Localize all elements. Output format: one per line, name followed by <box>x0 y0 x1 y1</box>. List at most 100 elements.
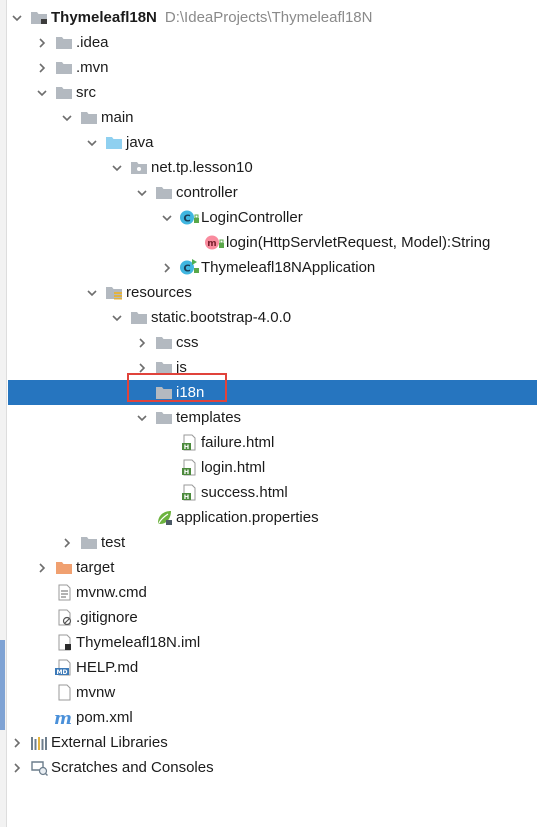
class-icon: C <box>180 209 199 226</box>
tree-item-text: Scratches and Consoles <box>51 755 214 780</box>
tree-item-net-tp-lesson10[interactable]: net.tp.lesson10 <box>8 155 537 180</box>
tree-item-text: target <box>76 555 114 580</box>
tree-item-application-properties[interactable]: application.properties <box>8 505 537 530</box>
tree-item-text: HELP.md <box>76 655 138 680</box>
spring-boot-class-icon: C <box>180 259 199 276</box>
tree-item-label: js <box>176 359 187 376</box>
tree-item-target[interactable]: target <box>8 555 537 580</box>
chevron-right-icon[interactable] <box>35 555 49 580</box>
tree-item-idea[interactable]: .idea <box>8 30 537 55</box>
chevron-right-icon[interactable] <box>60 530 74 555</box>
tree-item-login-httpservletrequest-model-string[interactable]: m login(HttpServletRequest, Model):String <box>8 230 537 255</box>
chevron-right-icon[interactable] <box>35 30 49 55</box>
tree-item-main[interactable]: main <box>8 105 537 130</box>
tree-item-test[interactable]: test <box>8 530 537 555</box>
tree-item-label: net.tp.lesson10 <box>151 159 253 176</box>
chevron-right-icon[interactable] <box>135 355 149 380</box>
tree-item-text: success.html <box>201 480 288 505</box>
source-folder-icon <box>105 134 123 151</box>
chevron-down-icon[interactable] <box>110 155 124 180</box>
tree-item-label: External Libraries <box>51 734 168 751</box>
tree-item-label: target <box>76 559 115 576</box>
tree-item-pom-xml[interactable]: m pom.xml <box>8 705 537 730</box>
folder-icon <box>55 34 73 51</box>
tree-item-label: i18n <box>176 384 205 401</box>
tree-item-templates[interactable]: templates <box>8 405 537 430</box>
chevron-down-icon[interactable] <box>35 80 49 105</box>
svg-text:C: C <box>183 214 190 225</box>
tree-item-mvnw[interactable]: mvnw <box>8 680 537 705</box>
tree-item-text: application.properties <box>176 505 319 530</box>
tree-item-help-md[interactable]: MD HELP.md <box>8 655 537 680</box>
chevron-right-icon[interactable] <box>10 755 24 780</box>
chevron-down-icon[interactable] <box>110 305 124 330</box>
tree-item-text: Thymeleafl18N D:\IdeaProjects\Thymeleafl1… <box>51 5 372 30</box>
chevron-right-icon[interactable] <box>135 330 149 355</box>
tree-item-text: .mvn <box>76 55 109 80</box>
chevron-down-icon[interactable] <box>160 205 174 230</box>
tree-item-scratches-and-consoles[interactable]: Scratches and Consoles <box>8 755 537 780</box>
folder-icon <box>155 359 173 376</box>
resources-folder-icon <box>105 284 123 301</box>
tree-item-label: .gitignore <box>76 609 138 626</box>
tree-item-thymeleafl18napplication[interactable]: C Thymeleafl18NApplication <box>8 255 537 280</box>
tree-item-resources[interactable]: resources <box>8 280 537 305</box>
tree-item-mvnw-cmd[interactable]: mvnw.cmd <box>8 580 537 605</box>
tree-item-text: templates <box>176 405 241 430</box>
scratches-icon <box>30 759 48 776</box>
tree-item-text: External Libraries <box>51 730 168 755</box>
chevron-down-icon[interactable] <box>85 280 99 305</box>
chevron-right-icon[interactable] <box>35 55 49 80</box>
libraries-icon <box>30 734 48 751</box>
folder-icon <box>80 534 98 551</box>
tree-item-thymeleafl18n[interactable]: Thymeleafl18N D:\IdeaProjects\Thymeleafl1… <box>8 5 537 30</box>
chevron-down-icon[interactable] <box>60 105 74 130</box>
tree-item-label: css <box>176 334 199 351</box>
project-tool-window: Thymeleafl18N D:\IdeaProjects\Thymeleafl1… <box>0 0 537 827</box>
chevron-down-icon[interactable] <box>135 180 149 205</box>
chevron-right-icon[interactable] <box>10 730 24 755</box>
text-file-icon <box>55 584 73 601</box>
svg-text:C: C <box>183 264 190 275</box>
tree-item-label: test <box>101 534 126 551</box>
chevron-down-icon[interactable] <box>85 130 99 155</box>
tree-item-gitignore[interactable]: .gitignore <box>8 605 537 630</box>
tree-item-label: LoginController <box>201 209 303 226</box>
svg-text:H: H <box>184 443 189 451</box>
package-icon <box>130 159 148 176</box>
tree-item-success-html[interactable]: Hsuccess.html <box>8 480 537 505</box>
tree-item-text: mvnw.cmd <box>76 580 147 605</box>
tree-item-js[interactable]: js <box>8 355 537 380</box>
tree-item-external-libraries[interactable]: External Libraries <box>8 730 537 755</box>
tree-item-thymeleafl18n-iml[interactable]: Thymeleafl18N.iml <box>8 630 537 655</box>
tree-item-login-html[interactable]: Hlogin.html <box>8 455 537 480</box>
chevron-right-icon[interactable] <box>160 255 174 280</box>
chevron-down-icon[interactable] <box>135 405 149 430</box>
tree-item-text: pom.xml <box>76 705 133 730</box>
tree-item-failure-html[interactable]: Hfailure.html <box>8 430 537 455</box>
tree-item-text: net.tp.lesson10 <box>151 155 253 180</box>
tree-item-text: test <box>101 530 125 555</box>
tree-item-static-bootstrap-4-0-0[interactable]: static.bootstrap-4.0.0 <box>8 305 537 330</box>
chevron-down-icon[interactable] <box>10 5 24 30</box>
tree-item-text: controller <box>176 180 238 205</box>
module-folder-icon <box>30 9 48 26</box>
excluded-folder-icon <box>55 559 73 576</box>
tree-item-java[interactable]: java <box>8 130 537 155</box>
tree-item-css[interactable]: css <box>8 330 537 355</box>
tree-item-text: css <box>176 330 199 355</box>
project-tree: Thymeleafl18N D:\IdeaProjects\Thymeleafl1… <box>8 5 537 780</box>
folder-icon <box>155 384 173 401</box>
tree-item-i18n[interactable]: i18n <box>8 380 537 405</box>
tree-item-label: controller <box>176 184 238 201</box>
tree-item-text: .idea <box>76 30 109 55</box>
tree-item-src[interactable]: src <box>8 80 537 105</box>
tree-item-mvn[interactable]: .mvn <box>8 55 537 80</box>
tree-item-label: mvnw <box>76 684 116 701</box>
tree-item-label: login(HttpServletRequest, Model):String <box>226 234 491 251</box>
tool-window-stripe[interactable] <box>0 0 7 827</box>
tree-item-label: pom.xml <box>76 709 133 726</box>
tree-item-controller[interactable]: controller <box>8 180 537 205</box>
tree-item-logincontroller[interactable]: C LoginController <box>8 205 537 230</box>
structure-tab-handle[interactable] <box>0 640 5 730</box>
